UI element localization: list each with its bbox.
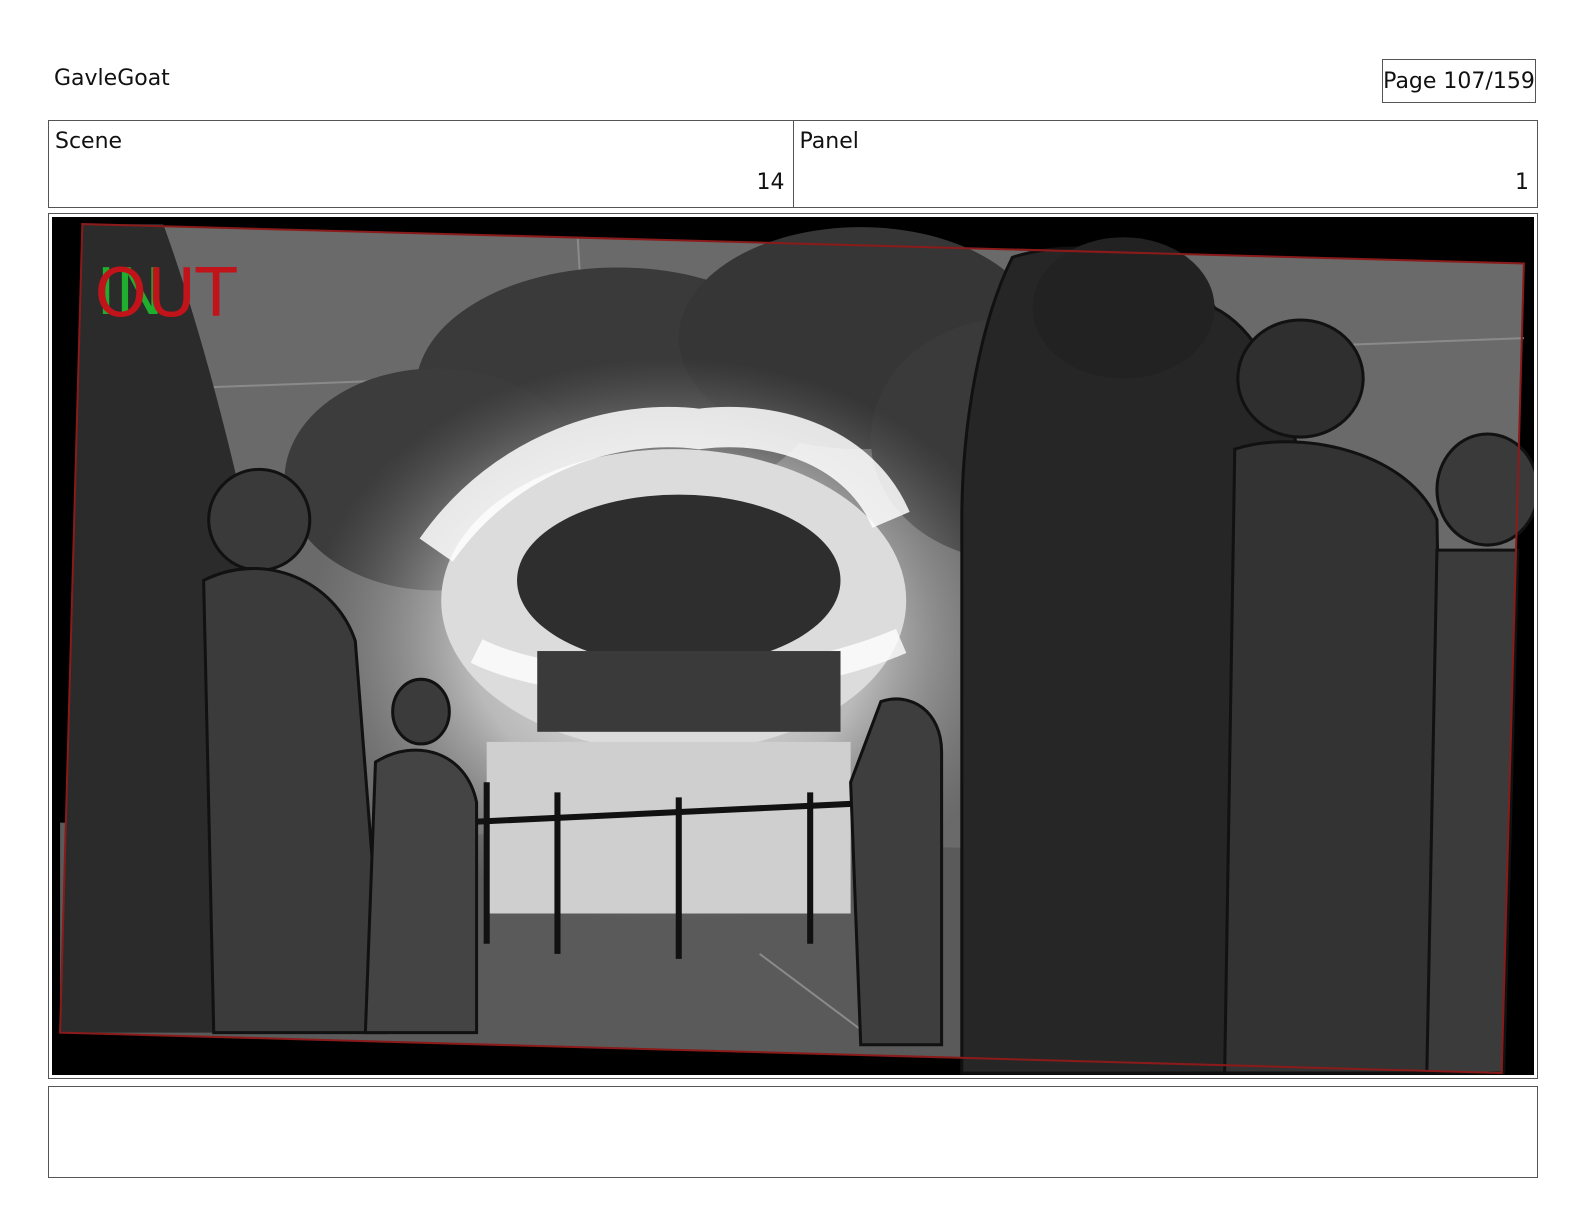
scene-cell: Scene 14 (49, 121, 793, 207)
panel-notes (48, 1086, 1538, 1178)
out-marker: OUT (94, 254, 236, 332)
storyboard-panel-frame: IN OUT (48, 213, 1538, 1079)
scene-panel-info: Scene 14 Panel 1 (48, 120, 1538, 208)
panel-cell: Panel 1 (792, 121, 1538, 207)
storyboard-sketch: IN OUT (52, 217, 1534, 1075)
page-number: Page 107/159 (1382, 59, 1536, 103)
project-title: GavleGoat (54, 66, 170, 91)
tilted-safe-frame: IN OUT (59, 223, 1534, 1075)
scene-number: 14 (756, 170, 785, 195)
panel-number: 1 (1515, 170, 1529, 195)
scene-label: Scene (55, 129, 123, 154)
panel-label: Panel (799, 129, 859, 154)
